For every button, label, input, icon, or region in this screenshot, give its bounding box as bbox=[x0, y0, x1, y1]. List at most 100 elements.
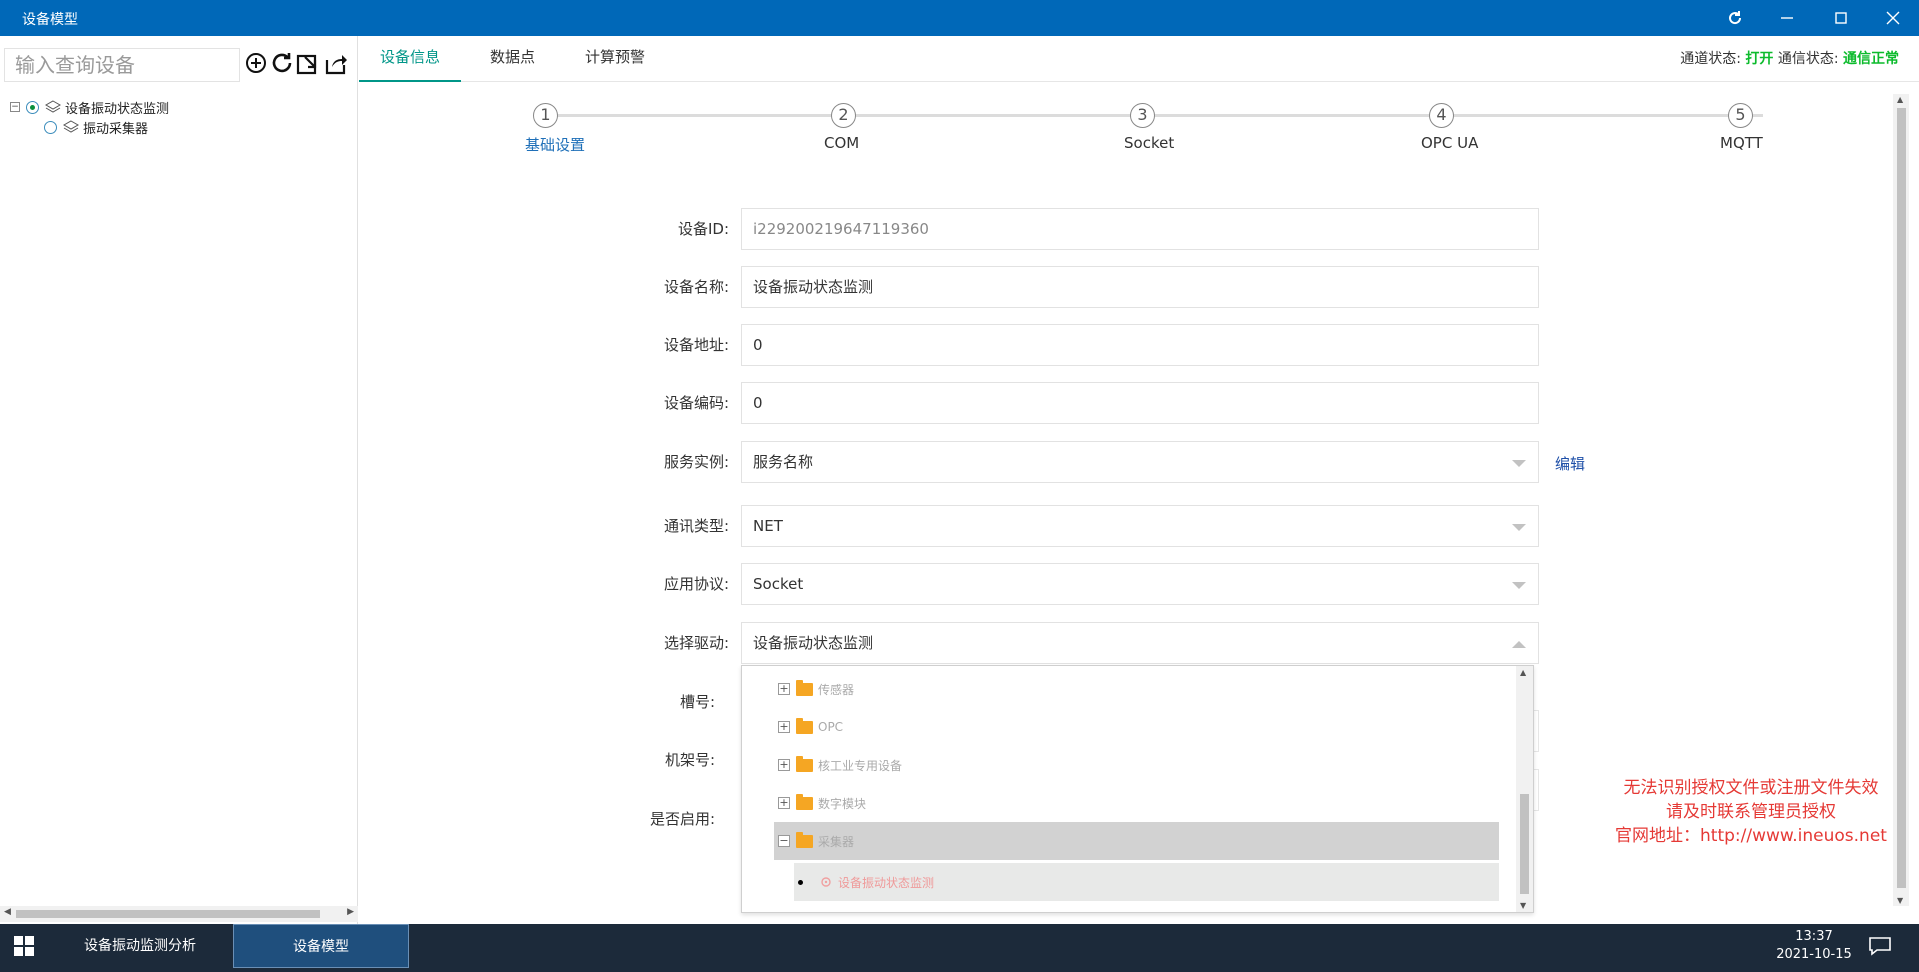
notification-icon bbox=[1869, 937, 1891, 956]
device-tree-panel: − 设备振动状态监测 振动采集器 ◀ ▶ bbox=[0, 36, 358, 924]
driver-tree-node-opc[interactable]: + OPC bbox=[778, 708, 843, 746]
scroll-up-arrow-icon[interactable]: ▲ bbox=[1520, 668, 1526, 677]
start-button[interactable] bbox=[14, 936, 34, 960]
task-vibration-analysis[interactable]: 设备振动监测分析 bbox=[52, 924, 228, 968]
tree-node-label: 振动采集器 bbox=[83, 121, 149, 137]
notification-button[interactable] bbox=[1868, 936, 1892, 960]
folder-icon bbox=[796, 679, 813, 696]
tab-calc-alarm[interactable]: 计算预警 bbox=[564, 36, 666, 82]
scroll-right-arrow-icon[interactable]: ▶ bbox=[347, 907, 354, 917]
horizontal-scrollbar[interactable]: ◀ ▶ bbox=[0, 906, 358, 922]
license-warning-line3: 官网地址：http://www.ineuos.net bbox=[1615, 826, 1887, 846]
service-instance-select[interactable]: 服务名称 bbox=[741, 441, 1539, 483]
clock[interactable]: 13:37 2021-10-15 bbox=[1774, 928, 1854, 964]
step-5-label[interactable]: MQTT bbox=[1720, 134, 1763, 152]
export-button[interactable] bbox=[323, 50, 349, 76]
layers-icon bbox=[63, 120, 79, 133]
radio-selected-icon[interactable] bbox=[26, 100, 39, 114]
tree-node-label: 设备振动状态监测 bbox=[65, 101, 170, 117]
driver-value: 设备振动状态监测 bbox=[753, 634, 874, 652]
step-4-label[interactable]: OPC UA bbox=[1421, 134, 1478, 152]
scrollbar-thumb[interactable] bbox=[1897, 108, 1906, 888]
scroll-up-arrow-icon[interactable]: ▲ bbox=[1897, 95, 1903, 104]
device-address-label: 设备地址: bbox=[663, 336, 729, 354]
device-name-field[interactable]: 设备振动状态监测 bbox=[741, 266, 1539, 308]
device-code-label: 设备编码: bbox=[663, 394, 729, 412]
device-name-label: 设备名称: bbox=[663, 278, 729, 296]
step-1-circle[interactable]: 1 bbox=[533, 103, 558, 128]
scrollbar-thumb[interactable] bbox=[16, 910, 320, 918]
tree-node-root[interactable]: − 设备振动状态监测 bbox=[10, 98, 170, 117]
close-button[interactable] bbox=[1866, 0, 1919, 36]
driver-tree-node-nuclear[interactable]: + 核工业专用设备 bbox=[778, 746, 902, 784]
minimize-icon bbox=[1781, 17, 1793, 19]
edit-service-link[interactable]: 编辑 bbox=[1555, 453, 1585, 474]
device-id-field[interactable]: i229200219647119360 bbox=[741, 208, 1539, 250]
chevron-up-icon bbox=[1512, 641, 1526, 648]
scroll-down-arrow-icon[interactable]: ▼ bbox=[1897, 896, 1903, 905]
driver-tree-node-digital[interactable]: + 数字模块 bbox=[778, 784, 866, 822]
driver-tree-node-sensor[interactable]: + 传感器 bbox=[778, 670, 854, 708]
tab-device-info[interactable]: 设备信息 bbox=[359, 36, 462, 82]
dropdown-scrollbar[interactable]: ▲ ▼ bbox=[1516, 666, 1533, 912]
expand-toggle-icon[interactable]: + bbox=[778, 759, 790, 771]
service-instance-value: 服务名称 bbox=[753, 453, 814, 471]
device-code-field[interactable]: 0 bbox=[741, 382, 1539, 424]
scroll-down-arrow-icon[interactable]: ▼ bbox=[1520, 901, 1526, 910]
device-address-field[interactable]: 0 bbox=[741, 324, 1539, 366]
refresh-icon bbox=[1729, 11, 1742, 25]
import-button[interactable] bbox=[295, 50, 321, 76]
driver-select[interactable]: 设备振动状态监测 bbox=[741, 622, 1539, 664]
comm-type-label: 通讯类型: bbox=[663, 517, 729, 535]
step-3-label[interactable]: Socket bbox=[1124, 134, 1174, 152]
step-4-circle[interactable]: 4 bbox=[1429, 103, 1454, 128]
driver-tree-dropdown: + 传感器 + OPC + 核工业专用设备 + 数字模块 − 采集器 设备振动状… bbox=[741, 665, 1534, 913]
step-5-circle[interactable]: 5 bbox=[1728, 103, 1753, 128]
step-3-circle[interactable]: 3 bbox=[1130, 103, 1155, 128]
app-protocol-select[interactable]: Socket bbox=[741, 563, 1539, 605]
tree-node-label: OPC bbox=[818, 720, 844, 734]
task-device-model[interactable]: 设备模型 bbox=[233, 924, 409, 968]
main-content: 设备信息 数据点 计算预警 通道状态: 打开 通信状态: 通信正常 1 2 3 … bbox=[359, 36, 1919, 924]
collapse-toggle-icon[interactable]: − bbox=[778, 835, 790, 847]
tree-node-label: 数字模块 bbox=[818, 796, 867, 811]
license-warning: 无法识别授权文件或注册文件失效 请及时联系管理员授权 官网地址：http://w… bbox=[1601, 776, 1901, 848]
title-bar: 设备模型 bbox=[0, 0, 1919, 36]
expand-toggle-icon[interactable]: + bbox=[778, 721, 790, 733]
tab-bar: 设备信息 数据点 计算预警 通道状态: 打开 通信状态: 通信正常 bbox=[359, 36, 1919, 82]
clock-date: 2021-10-15 bbox=[1776, 947, 1852, 962]
step-2-circle[interactable]: 2 bbox=[831, 103, 856, 128]
license-warning-line1: 无法识别授权文件或注册文件失效 bbox=[1623, 778, 1879, 798]
chevron-down-icon bbox=[1512, 524, 1526, 531]
device-search-input[interactable] bbox=[4, 48, 240, 82]
import-icon bbox=[296, 54, 317, 75]
add-device-button[interactable] bbox=[243, 50, 269, 76]
refresh-tree-button[interactable] bbox=[269, 50, 295, 76]
scroll-left-arrow-icon[interactable]: ◀ bbox=[4, 907, 11, 917]
step-2-label[interactable]: COM bbox=[824, 134, 859, 152]
expand-toggle-icon[interactable]: + bbox=[778, 683, 790, 695]
folder-icon bbox=[796, 755, 813, 772]
clock-time: 13:37 bbox=[1795, 929, 1833, 944]
vertical-scrollbar[interactable]: ▲ ▼ bbox=[1893, 94, 1909, 906]
tab-data-points[interactable]: 数据点 bbox=[469, 36, 556, 82]
tree-node-child[interactable]: 振动采集器 bbox=[44, 118, 149, 137]
radio-unselected-icon[interactable] bbox=[44, 120, 57, 134]
comm-type-select[interactable]: NET bbox=[741, 505, 1539, 547]
refresh-button[interactable] bbox=[1708, 0, 1762, 36]
tree-node-label: 传感器 bbox=[818, 682, 855, 697]
minimize-button[interactable] bbox=[1760, 0, 1814, 36]
license-warning-line2: 请及时联系管理员授权 bbox=[1666, 802, 1836, 822]
expand-toggle-icon[interactable]: + bbox=[778, 797, 790, 809]
scrollbar-thumb[interactable] bbox=[1520, 794, 1529, 894]
channel-status-value: 打开 bbox=[1745, 51, 1774, 67]
folder-icon bbox=[796, 793, 813, 810]
driver-tree-node-collector[interactable]: − 采集器 bbox=[774, 822, 1499, 860]
step-1-label[interactable]: 基础设置 bbox=[525, 134, 585, 155]
collapse-toggle-icon[interactable]: − bbox=[10, 102, 20, 112]
maximize-button[interactable] bbox=[1814, 0, 1868, 36]
bullet-icon bbox=[798, 879, 803, 885]
close-icon bbox=[1886, 11, 1900, 25]
window-title: 设备模型 bbox=[22, 12, 78, 28]
driver-tree-leaf[interactable]: 设备振动状态监测 bbox=[794, 863, 1499, 901]
